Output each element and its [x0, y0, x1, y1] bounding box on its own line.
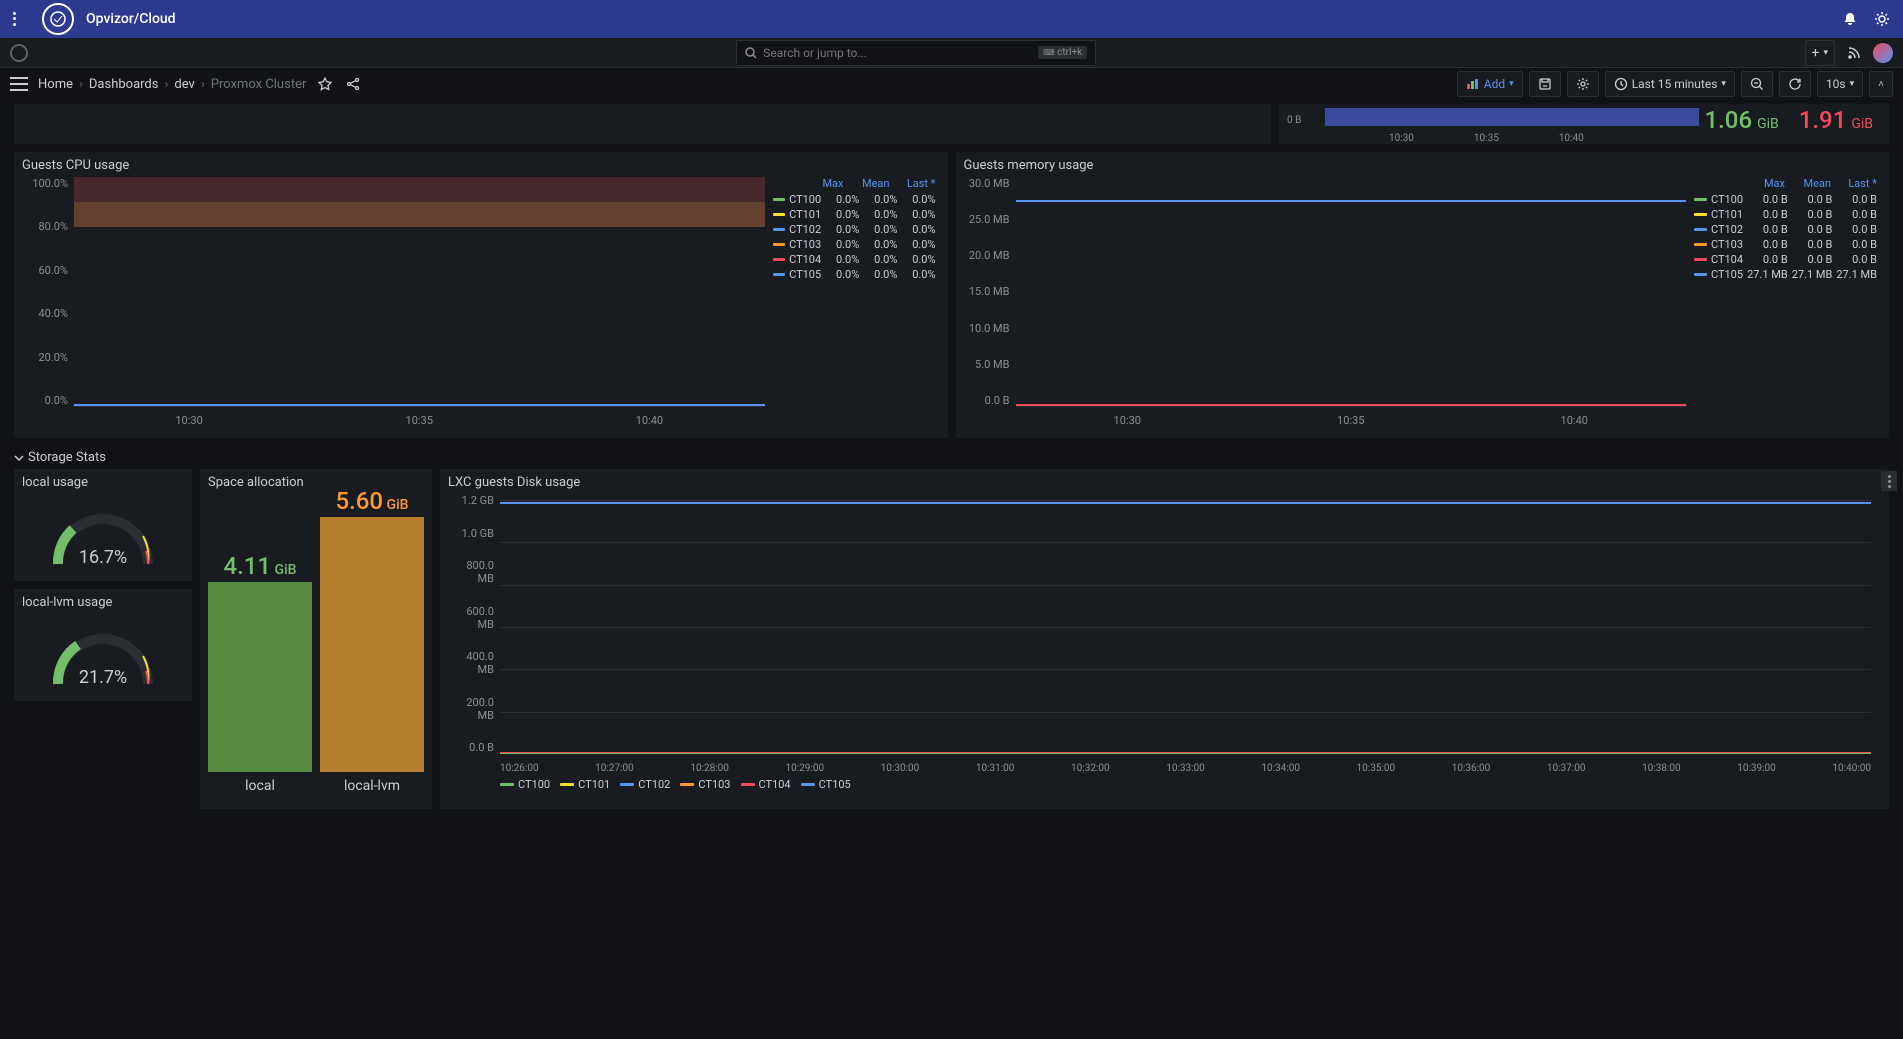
zero-label: 0 B [1287, 115, 1301, 126]
bc-dashboards[interactable]: Dashboards [89, 77, 159, 92]
breadcrumb-row: Home › Dashboards › dev › Proxmox Cluste… [0, 68, 1903, 100]
zoom-out-icon [1750, 77, 1764, 91]
menu-dots-icon[interactable] [12, 10, 30, 28]
bc-current: Proxmox Cluster [211, 77, 307, 92]
save-button[interactable] [1529, 71, 1561, 97]
cpu-legend: MaxMeanLast * CT1000.0%0.0%0.0%CT1010.0%… [765, 177, 940, 427]
search-box[interactable]: ⌨ ctrl+k [736, 40, 1096, 66]
stat-1: 1.06 GiB [1705, 106, 1779, 134]
refresh-icon [1788, 77, 1802, 91]
legend-item[interactable]: CT105 [801, 778, 851, 791]
mem-panel: Guests memory usage 30.0 MB25.0 MB20.0 M… [956, 152, 1890, 438]
bar-item: 5.60 GiBlocal-lvm [320, 487, 424, 794]
section-storage-stats[interactable]: Storage Stats [14, 446, 1889, 469]
refresh-interval[interactable]: 10s ▾ [1817, 71, 1863, 97]
star-icon[interactable] [316, 75, 334, 93]
legend-item[interactable]: CT1050.0%0.0%0.0% [773, 267, 940, 282]
legend-item[interactable]: CT1000.0%0.0%0.0% [773, 192, 940, 207]
legend-item[interactable]: CT104 [741, 778, 791, 791]
gauge-value: 16.7% [79, 547, 127, 568]
legend-item[interactable]: CT10527.1 MB27.1 MB27.1 MB [1694, 267, 1881, 282]
bell-icon[interactable] [1841, 10, 1859, 28]
bc-dev[interactable]: dev [174, 77, 194, 92]
search-input[interactable] [763, 46, 1032, 60]
keyboard-shortcut: ⌨ ctrl+k [1038, 46, 1087, 59]
legend-item[interactable]: CT1020.0 B0.0 B0.0 B [1694, 222, 1881, 237]
small-x-axis: 10:3010:3510:40 [1389, 133, 1584, 144]
legend-item[interactable]: CT1040.0%0.0%0.0% [773, 252, 940, 267]
brand-name: Opvizor/Cloud [86, 11, 176, 27]
y-axis: 30.0 MB25.0 MB20.0 MB15.0 MB10.0 MB5.0 M… [964, 177, 1014, 407]
logo-icon [42, 3, 74, 35]
panel-title: Guests CPU usage [22, 158, 940, 173]
save-icon [1538, 77, 1552, 91]
add-button[interactable]: Add ▾ [1457, 71, 1523, 97]
lxc-plot[interactable] [500, 500, 1871, 754]
top-right-panel: 0 B 10:3010:3510:40 1.06 GiB 1.91 GiB [1279, 104, 1889, 144]
legend-item[interactable]: CT1030.0 B0.0 B0.0 B [1694, 237, 1881, 252]
lxc-legend: CT100 CT101 CT102 CT103 CT104 CT105 [448, 778, 1881, 791]
legend-item[interactable]: CT103 [680, 778, 730, 791]
gauge-value: 21.7% [79, 667, 127, 688]
settings-button[interactable] [1567, 71, 1599, 97]
zoom-out-button[interactable] [1741, 71, 1773, 97]
legend-item[interactable]: CT1010.0 B0.0 B0.0 B [1694, 207, 1881, 222]
collapse-button[interactable]: ˄ [1869, 71, 1893, 97]
legend-item[interactable]: CT1030.0%0.0%0.0% [773, 237, 940, 252]
x-axis: 10:3010:3510:40 [74, 414, 765, 427]
legend-item[interactable]: CT102 [620, 778, 670, 791]
cpu-plot[interactable] [74, 177, 765, 407]
local-lvm-usage-panel: local-lvm usage 21.7% [14, 589, 192, 701]
clock-icon [1614, 77, 1628, 91]
legend-item[interactable]: CT1010.0%0.0%0.0% [773, 207, 940, 222]
time-range-button[interactable]: Last 15 minutes ▾ [1605, 71, 1735, 97]
mem-plot[interactable] [1016, 177, 1687, 407]
space-allocation-panel: Space allocation 4.11 GiBlocal5.60 GiBlo… [200, 469, 432, 809]
y-axis: 1.2 GB1.0 GB800.0 MB600.0 MB400.0 MB200.… [448, 494, 498, 754]
rss-icon[interactable] [1845, 44, 1863, 62]
x-axis: 10:26:0010:27:0010:28:0010:29:0010:30:00… [500, 763, 1871, 774]
mem-legend: MaxMeanLast * CT1000.0 B0.0 B0.0 BCT1010… [1686, 177, 1881, 427]
bc-home[interactable]: Home [38, 77, 73, 92]
x-axis: 10:3010:3510:40 [1016, 414, 1687, 427]
lxc-disk-panel: LXC guests Disk usage 1.2 GB1.0 GB800.0 … [440, 469, 1889, 809]
panel-title: Guests memory usage [964, 158, 1882, 173]
breadcrumb: Home › Dashboards › dev › Proxmox Cluste… [38, 77, 306, 92]
gear-icon [1576, 77, 1590, 91]
hamburger-icon[interactable] [10, 77, 28, 91]
top-left-panel [14, 104, 1271, 144]
legend-item[interactable]: CT1000.0 B0.0 B0.0 B [1694, 192, 1881, 207]
panel-icon [1466, 78, 1480, 90]
grafana-icon[interactable] [10, 44, 28, 62]
bar-item: 4.11 GiBlocal [208, 552, 312, 794]
header-row: ⌨ ctrl+k +▾ [0, 38, 1903, 68]
local-usage-panel: local usage 16.7% [14, 469, 192, 581]
legend-item[interactable]: CT1020.0%0.0%0.0% [773, 222, 940, 237]
panel-menu-icon[interactable] [1881, 471, 1897, 491]
refresh-button[interactable] [1779, 71, 1811, 97]
plus-dropdown-button[interactable]: +▾ [1805, 40, 1835, 66]
stat-2: 1.91 GiB [1799, 106, 1873, 134]
chevron-down-icon [14, 453, 24, 463]
share-icon[interactable] [344, 75, 362, 93]
legend-item[interactable]: CT101 [560, 778, 610, 791]
legend-item[interactable]: CT1040.0 B0.0 B0.0 B [1694, 252, 1881, 267]
cpu-panel: Guests CPU usage 100.0%80.0%60.0%40.0%20… [14, 152, 948, 438]
y-axis: 100.0%80.0%60.0%40.0%20.0%0.0% [22, 177, 72, 407]
user-avatar[interactable] [1873, 43, 1893, 63]
sun-icon[interactable] [1873, 10, 1891, 28]
top-bar: Opvizor/Cloud [0, 0, 1903, 38]
legend-item[interactable]: CT100 [500, 778, 550, 791]
search-icon [745, 47, 757, 59]
